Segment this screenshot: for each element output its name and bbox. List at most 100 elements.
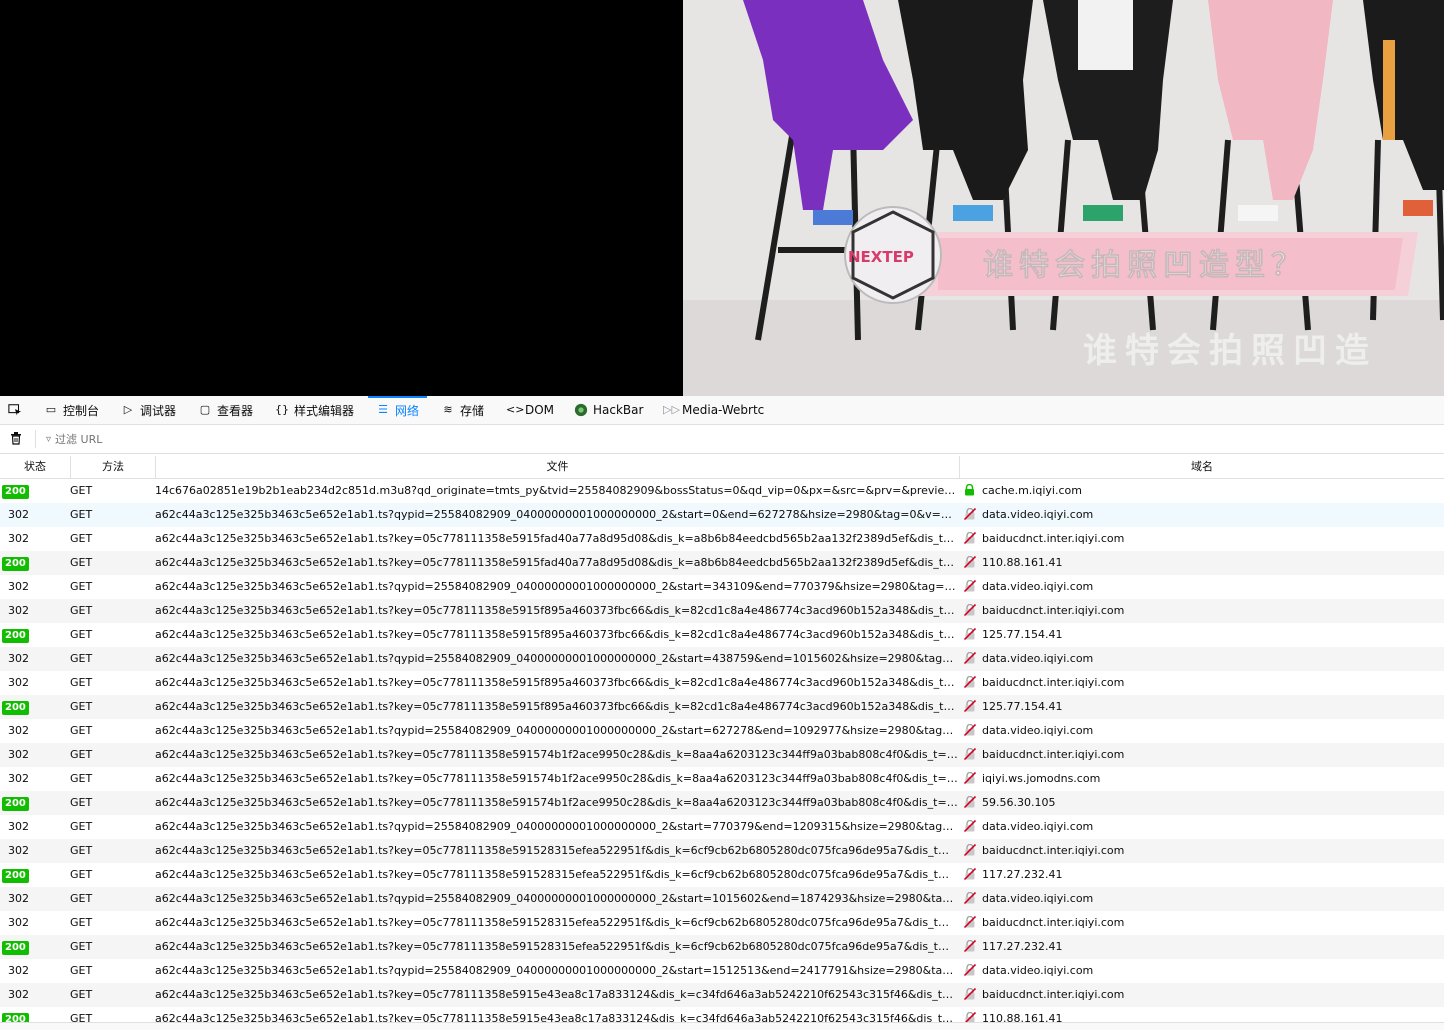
table-row[interactable]: 200 GET a62c44a3c125e325b3463c5e652e1ab1.t… (0, 791, 1444, 815)
status-code: 302 (8, 892, 29, 905)
tab-console[interactable]: ▭ 控制台 (44, 396, 99, 424)
file-cell: a62c44a3c125e325b3463c5e652e1ab1.ts?qypi… (155, 964, 958, 977)
table-row[interactable]: 302 GET a62c44a3c125e325b3463c5e652e1ab1.t… (0, 815, 1444, 839)
tab-style-editor[interactable]: {} 样式编辑器 (275, 396, 354, 424)
tab-label: 查看器 (217, 403, 254, 418)
hackbar-icon (574, 403, 588, 417)
domain-cell: baiducdnct.inter.iqiyi.com (982, 916, 1125, 929)
status-code: 302 (8, 988, 29, 1001)
table-row[interactable]: 200 GET a62c44a3c125e325b3463c5e652e1ab1.t… (0, 623, 1444, 647)
table-row[interactable]: 200 GET a62c44a3c125e325b3463c5e652e1ab1.t… (0, 551, 1444, 575)
element-picker-button[interactable] (8, 396, 22, 424)
table-row[interactable]: 302 GET a62c44a3c125e325b3463c5e652e1ab1.t… (0, 743, 1444, 767)
column-header-method[interactable]: 方法 (71, 456, 156, 478)
table-row[interactable]: 200 GET a62c44a3c125e325b3463c5e652e1ab1.t… (0, 935, 1444, 959)
file-cell: a62c44a3c125e325b3463c5e652e1ab1.ts?key=… (155, 556, 958, 569)
subtitle-text: 谁特会拍照凹造 (1083, 331, 1377, 371)
console-icon: ▭ (45, 403, 57, 416)
column-header-domain[interactable]: 域名 (960, 456, 1444, 478)
table-row[interactable]: 302 GET a62c44a3c125e325b3463c5e652e1ab1.t… (0, 959, 1444, 983)
column-header-status[interactable]: 状态 (0, 456, 71, 478)
table-row[interactable]: 302 GET a62c44a3c125e325b3463c5e652e1ab1.t… (0, 647, 1444, 671)
method-cell: GET (70, 604, 93, 617)
status-code: 302 (8, 580, 29, 593)
status-cell: 200 (2, 791, 54, 815)
file-cell: a62c44a3c125e325b3463c5e652e1ab1.ts?key=… (155, 604, 958, 617)
file-cell: a62c44a3c125e325b3463c5e652e1ab1.ts?qypi… (155, 652, 958, 665)
method-cell: GET (70, 748, 93, 761)
insecure-lock-icon (964, 887, 978, 911)
table-row[interactable]: 302 GET a62c44a3c125e325b3463c5e652e1ab1.t… (0, 575, 1444, 599)
insecure-lock-icon (964, 815, 978, 839)
method-cell: GET (70, 676, 93, 689)
table-row[interactable]: 302 GET a62c44a3c125e325b3463c5e652e1ab1.t… (0, 599, 1444, 623)
video-player[interactable]: 谁特会拍照凹造型？ NEXTEP 谁特会拍照凹造 (0, 0, 1444, 396)
method-cell: GET (70, 628, 93, 641)
domain-cell: 59.56.30.105 (982, 796, 1056, 809)
file-cell: a62c44a3c125e325b3463c5e652e1ab1.ts?key=… (155, 532, 958, 545)
trash-icon[interactable] (9, 431, 23, 445)
inspector-icon: ▢ (199, 403, 211, 416)
table-row[interactable]: 302 GET a62c44a3c125e325b3463c5e652e1ab1.t… (0, 767, 1444, 791)
video-frame: 谁特会拍照凹造型？ NEXTEP 谁特会拍照凹造 (683, 0, 1444, 396)
method-cell: GET (70, 820, 93, 833)
tab-hackbar[interactable]: HackBar (574, 396, 643, 424)
table-row[interactable]: 302 GET a62c44a3c125e325b3463c5e652e1ab1.t… (0, 503, 1444, 527)
domain-cell: baiducdnct.inter.iqiyi.com (982, 844, 1125, 857)
domain-cell: 125.77.154.41 (982, 628, 1063, 641)
tab-dom[interactable]: <> DOM (506, 396, 554, 424)
table-row[interactable]: 302 GET a62c44a3c125e325b3463c5e652e1ab1.t… (0, 887, 1444, 911)
status-code: 302 (8, 772, 29, 785)
tab-storage[interactable]: ≋ 存储 (441, 396, 484, 424)
file-cell: a62c44a3c125e325b3463c5e652e1ab1.ts?key=… (155, 844, 958, 857)
insecure-lock-icon (964, 575, 978, 599)
insecure-lock-icon (964, 647, 978, 671)
file-cell: a62c44a3c125e325b3463c5e652e1ab1.ts?key=… (155, 868, 958, 881)
table-row[interactable]: 200 GET a62c44a3c125e325b3463c5e652e1ab1.t… (0, 695, 1444, 719)
filter-icon: ▿ (46, 433, 52, 445)
tab-debugger[interactable]: ▷ 调试器 (121, 396, 176, 424)
file-cell: a62c44a3c125e325b3463c5e652e1ab1.ts?qypi… (155, 892, 958, 905)
status-code: 200 (2, 701, 29, 715)
table-row[interactable]: 302 GET a62c44a3c125e325b3463c5e652e1ab1.t… (0, 839, 1444, 863)
domain-cell: cache.m.iqiyi.com (982, 484, 1082, 497)
insecure-lock-icon (964, 767, 978, 791)
domain-cell: 110.88.161.41 (982, 556, 1063, 569)
method-cell: GET (70, 556, 93, 569)
table-row[interactable]: 302 GET a62c44a3c125e325b3463c5e652e1ab1.t… (0, 527, 1444, 551)
status-cell: 200 (2, 551, 54, 575)
method-cell: GET (70, 964, 93, 977)
tab-label: DOM (525, 403, 555, 417)
status-cell: 200 (2, 479, 54, 503)
domain-cell: 117.27.232.41 (982, 940, 1063, 953)
table-row[interactable]: 302 GET a62c44a3c125e325b3463c5e652e1ab1.t… (0, 671, 1444, 695)
file-cell: a62c44a3c125e325b3463c5e652e1ab1.ts?key=… (155, 700, 958, 713)
domain-cell: baiducdnct.inter.iqiyi.com (982, 532, 1125, 545)
column-header-file[interactable]: 文件 (156, 456, 960, 478)
status-code: 302 (8, 748, 29, 761)
insecure-lock-icon (964, 863, 978, 887)
insecure-lock-icon (964, 551, 978, 575)
insecure-lock-icon (964, 911, 978, 935)
storage-icon: ≋ (443, 403, 453, 416)
insecure-lock-icon (964, 839, 978, 863)
file-cell: a62c44a3c125e325b3463c5e652e1ab1.ts?key=… (155, 796, 958, 809)
tab-inspector[interactable]: ▢ 查看器 (198, 396, 253, 424)
domain-cell: baiducdnct.inter.iqiyi.com (982, 676, 1125, 689)
dom-icon: <> (506, 403, 525, 416)
tab-network[interactable]: ☰ 网络 (367, 396, 428, 424)
method-cell: GET (70, 1012, 93, 1022)
file-cell: a62c44a3c125e325b3463c5e652e1ab1.ts?key=… (155, 916, 958, 929)
method-cell: GET (70, 700, 93, 713)
table-row[interactable]: 200 GET a62c44a3c125e325b3463c5e652e1ab1.t… (0, 1007, 1444, 1022)
domain-cell: data.video.iqiyi.com (982, 652, 1094, 665)
insecure-lock-icon (964, 599, 978, 623)
table-row[interactable]: 302 GET a62c44a3c125e325b3463c5e652e1ab1.t… (0, 719, 1444, 743)
table-row[interactable]: 302 GET a62c44a3c125e325b3463c5e652e1ab1.t… (0, 911, 1444, 935)
table-row[interactable]: 302 GET a62c44a3c125e325b3463c5e652e1ab1.t… (0, 983, 1444, 1007)
status-code: 302 (8, 916, 29, 929)
table-row[interactable]: 200 GET a62c44a3c125e325b3463c5e652e1ab1.t… (0, 863, 1444, 887)
filter-url-input[interactable]: ▿ 过滤 URL (46, 425, 102, 453)
table-row[interactable]: 200 GET 14c676a02851e19b2b1eab234d2c851d.m… (0, 479, 1444, 503)
tab-media-webrtc[interactable]: ▷▷ Media-Webrtc (663, 396, 764, 424)
